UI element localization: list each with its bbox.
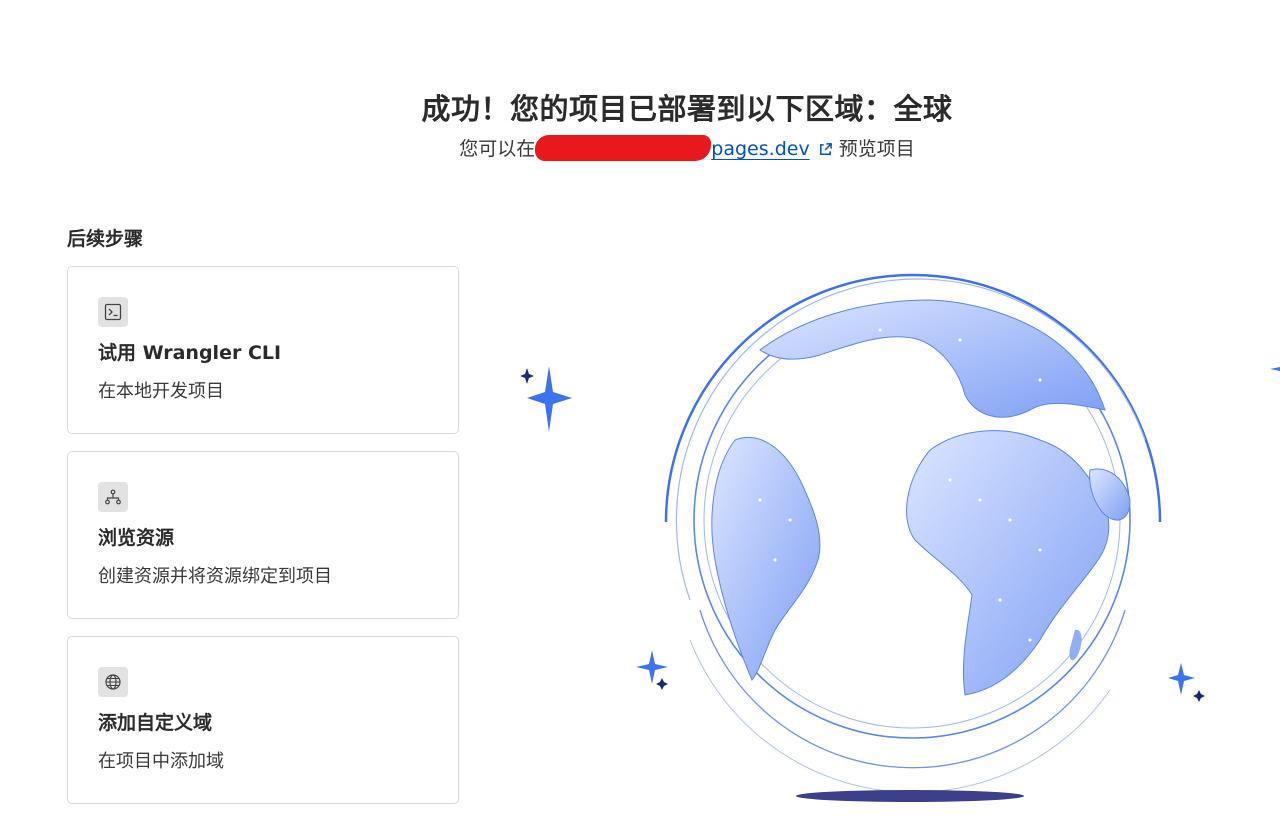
card-wrangler-cli[interactable]: 试用 Wrangler CLI 在本地开发项目 bbox=[67, 266, 459, 434]
preview-line: 您可以在 pages.dev 预览项目 bbox=[0, 134, 1280, 162]
card-browse-resources[interactable]: 浏览资源 创建资源并将资源绑定到项目 bbox=[67, 451, 459, 619]
card-description: 在项目中添加域 bbox=[98, 751, 224, 772]
network-tree-icon bbox=[98, 482, 128, 512]
card-custom-domain[interactable]: 添加自定义域 在项目中添加域 bbox=[67, 636, 459, 804]
preview-url-text: pages.dev bbox=[711, 138, 810, 160]
card-title: 浏览资源 bbox=[98, 527, 175, 549]
card-description: 在本地开发项目 bbox=[98, 381, 224, 402]
card-title: 试用 Wrangler CLI bbox=[98, 342, 282, 364]
globe-illustration bbox=[520, 273, 1280, 802]
external-link-icon[interactable] bbox=[818, 140, 833, 162]
next-steps-heading: 后续步骤 bbox=[67, 228, 144, 250]
page-title: 成功！您的项目已部署到以下区域：全球 bbox=[421, 92, 953, 126]
card-title: 添加自定义域 bbox=[98, 712, 213, 734]
terminal-icon bbox=[98, 297, 128, 327]
globe-icon bbox=[98, 667, 128, 697]
preview-suffix: 预览项目 bbox=[838, 138, 915, 160]
card-description: 创建资源并将资源绑定到项目 bbox=[98, 566, 332, 587]
redacted-subdomain bbox=[535, 135, 712, 161]
preview-prefix: 您可以在 bbox=[459, 138, 536, 160]
preview-url-link[interactable]: pages.dev bbox=[535, 135, 810, 161]
